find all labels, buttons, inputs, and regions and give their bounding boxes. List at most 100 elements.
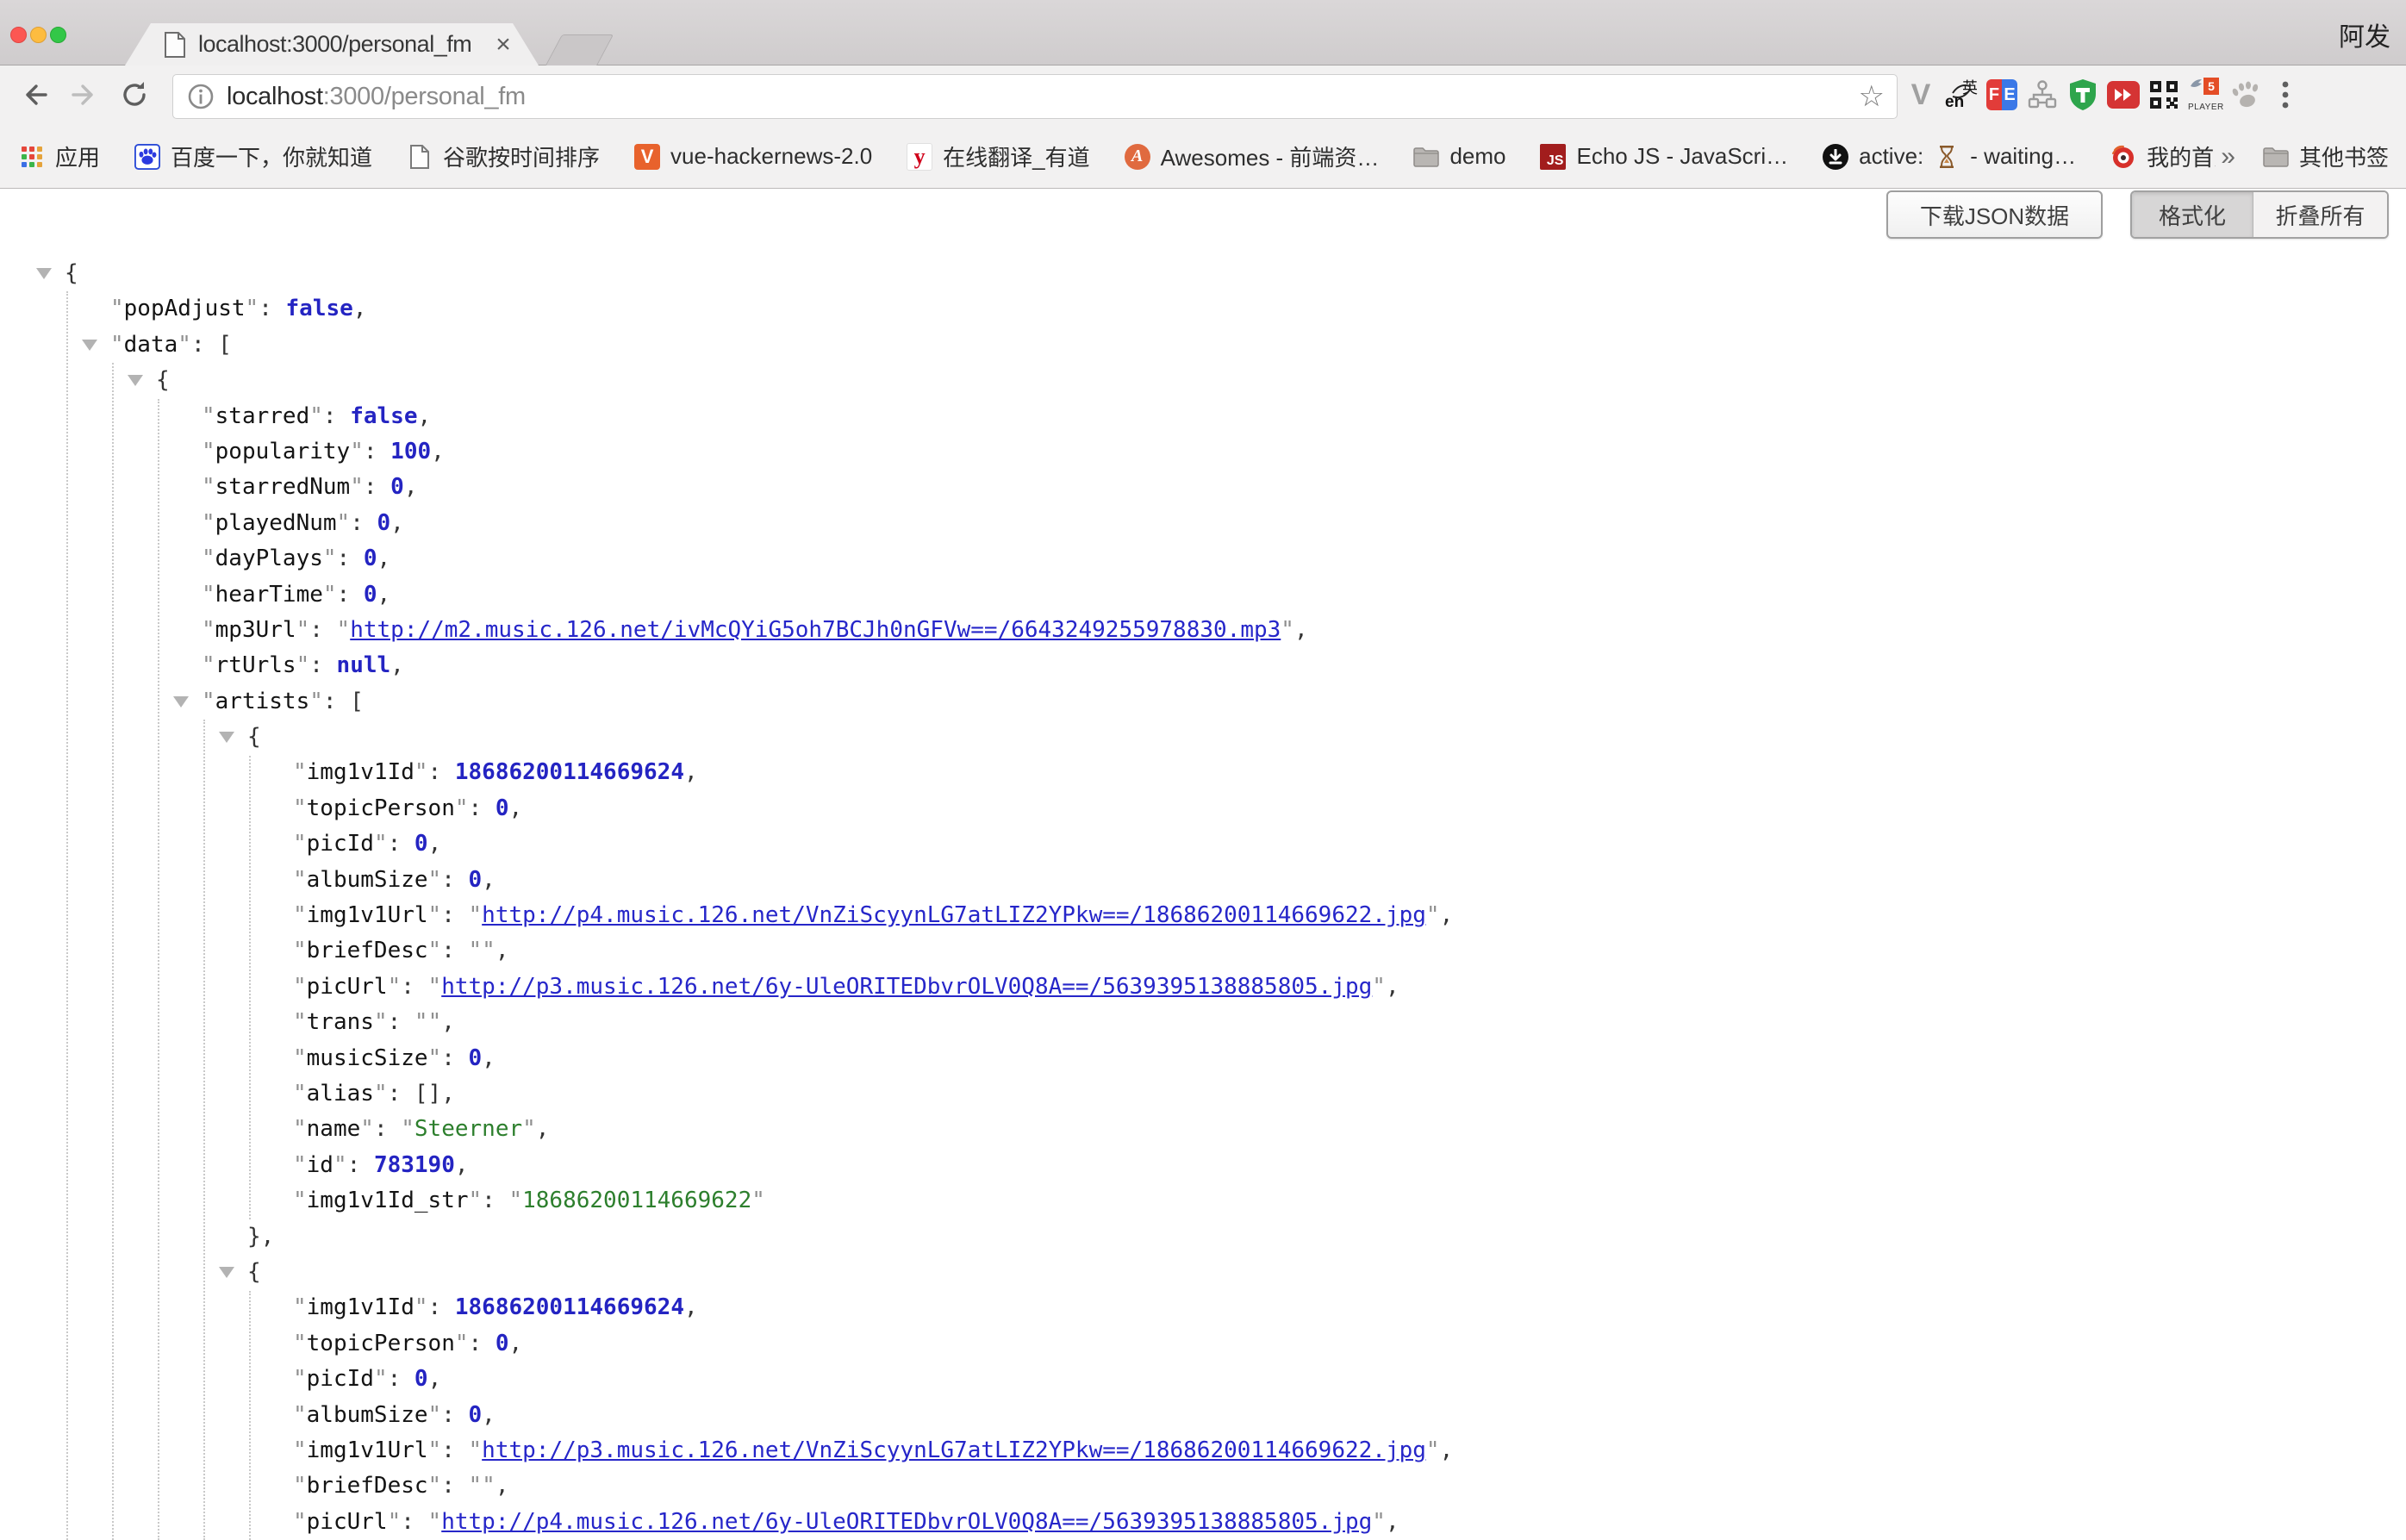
forward-button[interactable]: [62, 72, 107, 117]
collapse-arrow-icon[interactable]: [173, 696, 189, 708]
other-bookmarks-folder[interactable]: 其他书签: [2263, 140, 2389, 172]
json-token: ": [1426, 902, 1440, 928]
json-token: ": [1372, 974, 1386, 1000]
json-token: 0: [469, 867, 483, 893]
json-link[interactable]: http://m2.music.126.net/ivMcQYiG5oh7BCJh…: [350, 617, 1281, 643]
json-token: ": [360, 1116, 374, 1142]
json-token: ": [469, 1188, 483, 1213]
json-token: ": [428, 1402, 442, 1428]
json-token: albumSize: [307, 867, 428, 893]
collapse-arrow-icon[interactable]: [36, 268, 52, 279]
json-token: :: [309, 617, 336, 643]
json-token: 18686200114669622: [522, 1188, 751, 1213]
json-token: 0: [469, 1045, 483, 1071]
bookmarks-overflow-chevron[interactable]: »: [2216, 142, 2241, 171]
vue-devtools-icon[interactable]: V: [1904, 77, 1937, 113]
json-link[interactable]: http://p3.music.126.net/VnZiScyynLG7atLI…: [482, 1437, 1426, 1463]
collapse-all-button[interactable]: 折叠所有: [2253, 192, 2387, 237]
json-token: ,: [482, 1402, 496, 1428]
json-link[interactable]: http://p3.music.126.net/6y-UleORITEDbvrO…: [441, 974, 1372, 1000]
json-token: :: [364, 439, 390, 464]
json-token: 0: [415, 831, 428, 857]
json-token: ": [246, 296, 259, 321]
bookmark-label: 百度一下，你就知道: [171, 140, 372, 172]
info-icon[interactable]: [187, 83, 215, 110]
bookmarks-bar: 应用 百度一下，你就知道 谷歌按时间排序 Vvue-hackernews-2.0 y在线…: [0, 125, 2406, 189]
reload-button[interactable]: [112, 72, 157, 117]
json-token: rtUrls: [215, 652, 296, 678]
html5-player-icon[interactable]: 5PLAYER: [2188, 77, 2221, 113]
bookmark-item[interactable]: 百度一下，你就知道: [134, 140, 372, 172]
hourglass-icon: [1934, 144, 1960, 170]
json-link[interactable]: http://p4.music.126.net/VnZiScyynLG7atLI…: [482, 902, 1426, 928]
json-token: ": [293, 759, 307, 785]
json-line: "mp3Url": "http://m2.music.126.net/ivMcQ…: [0, 613, 2406, 648]
address-bar[interactable]: localhost:3000/personal_fm ☆: [172, 74, 1898, 119]
collapse-arrow-icon[interactable]: [128, 375, 143, 386]
json-link[interactable]: http://p4.music.126.net/6y-UleORITEDbvrO…: [441, 1509, 1372, 1535]
bookmark-item[interactable]: demo: [1413, 143, 1505, 170]
video-speed-icon[interactable]: [2107, 77, 2140, 113]
json-token: ,: [428, 831, 442, 857]
vue-icon: V: [634, 144, 660, 170]
tampermonkey-icon[interactable]: [2066, 77, 2099, 113]
json-token: 100: [390, 439, 431, 464]
bookmark-item[interactable]: Vvue-hackernews-2.0: [634, 143, 872, 170]
json-token: :: [441, 1473, 468, 1499]
sitemap-icon[interactable]: [2026, 77, 2059, 113]
collapse-arrow-icon[interactable]: [219, 732, 234, 743]
bookmark-star-icon[interactable]: ☆: [1859, 82, 1885, 111]
qrcode-icon[interactable]: [2147, 77, 2180, 113]
json-token: 0: [364, 546, 377, 571]
bookmark-label: demo: [1449, 143, 1505, 170]
tab-close-icon[interactable]: ×: [490, 32, 516, 58]
json-token: ": [296, 652, 310, 678]
back-button[interactable]: [12, 72, 57, 117]
json-token: ": [293, 1081, 307, 1107]
json-token: ": [293, 1509, 307, 1535]
menu-dots-icon[interactable]: [2269, 77, 2302, 113]
bookmark-label: Awesomes - 前端资…: [1161, 140, 1380, 172]
json-token: 0: [496, 1331, 509, 1356]
new-tab-button[interactable]: [545, 34, 614, 67]
json-line: "img1v1Id": 18686200114669624,: [0, 1290, 2406, 1325]
json-token: ,: [482, 1045, 496, 1071]
bookmark-item[interactable]: active:- waiting…: [1823, 143, 2076, 170]
bookmark-item[interactable]: JSEcho JS - JavaScri…: [1540, 143, 1788, 170]
json-token: playedNum: [215, 510, 337, 536]
youdao-icon: y: [907, 144, 932, 170]
json-token: ": [415, 1294, 428, 1320]
download-json-button[interactable]: 下载JSON数据: [1886, 190, 2103, 239]
fe-toolbox-icon[interactable]: FE: [1985, 77, 2018, 113]
bookmark-item[interactable]: AAwesomes - 前端资…: [1125, 140, 1380, 172]
format-button[interactable]: 格式化: [2132, 192, 2253, 237]
window-minimize-button[interactable]: [30, 27, 47, 43]
bookmarks-bar-right: » 其他书签: [2216, 140, 2406, 172]
json-token: ": [323, 546, 337, 571]
json-token: name: [307, 1116, 361, 1142]
json-token: ": [296, 617, 310, 643]
browser-tab[interactable]: localhost:3000/personal_fm ×: [125, 23, 539, 65]
window-close-button[interactable]: [10, 27, 27, 43]
profile-name[interactable]: 阿发: [2339, 16, 2390, 53]
bookmark-label: 我的首页 微博-随时…: [2147, 140, 2216, 172]
json-token: ,: [496, 938, 509, 963]
bookmark-item[interactable]: y在线翻译_有道: [907, 140, 1089, 172]
json-line: "musicSize": 0,: [0, 1041, 2406, 1076]
json-line: "topicPerson": 0,: [0, 791, 2406, 826]
bookmark-item[interactable]: 谷歌按时间排序: [407, 140, 600, 172]
window-zoom-button[interactable]: [50, 27, 66, 43]
url-path: :3000/personal_fm: [323, 83, 526, 110]
bookmark-item[interactable]: 应用: [19, 140, 100, 172]
json-token: ": [293, 974, 307, 1000]
claw-icon[interactable]: [2228, 77, 2261, 113]
bookmark-item[interactable]: 我的首页 微博-随时…: [2110, 140, 2216, 172]
json-line: "briefDesc": "",: [0, 933, 2406, 969]
json-token: ": [508, 1188, 522, 1213]
json-token: img1v1Id: [307, 759, 415, 785]
translate-icon[interactable]: 英en: [1945, 77, 1978, 113]
json-line: {: [0, 1255, 2406, 1290]
json-token: ": [293, 1473, 307, 1499]
collapse-arrow-icon[interactable]: [219, 1267, 234, 1278]
collapse-arrow-icon[interactable]: [82, 340, 97, 351]
